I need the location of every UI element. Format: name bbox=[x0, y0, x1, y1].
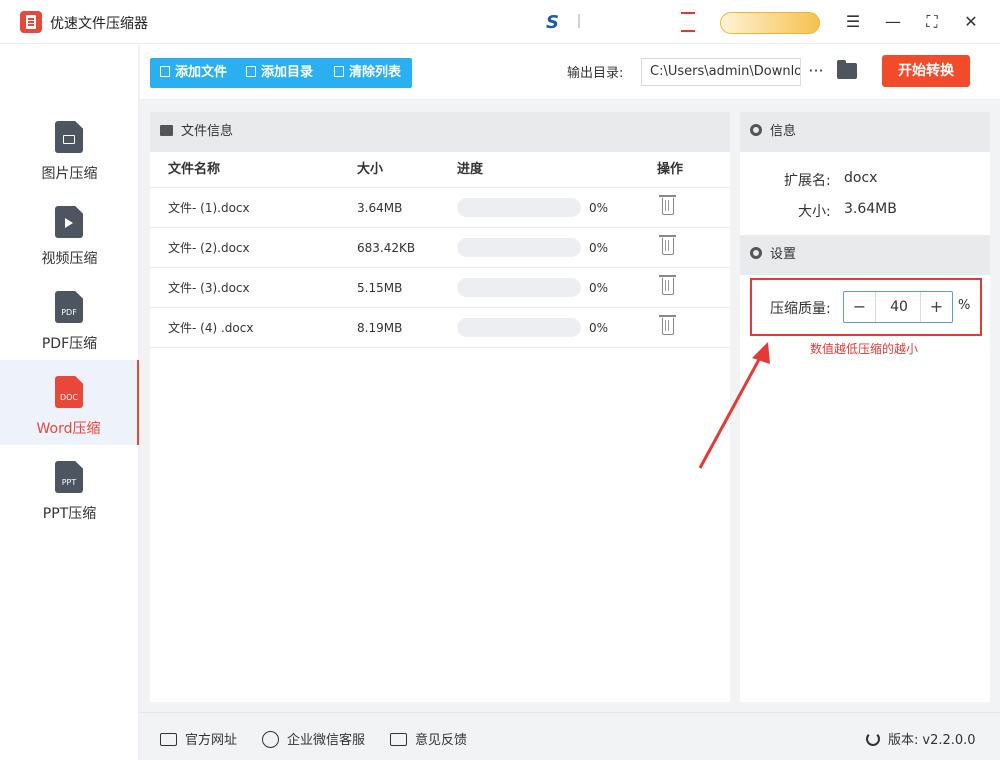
table-row[interactable]: 文件- (3).docx 5.15MB 0% bbox=[150, 268, 730, 308]
wechat-icon bbox=[262, 731, 279, 748]
size-value: 3.64MB bbox=[844, 201, 897, 217]
sidebar-item-label: 视频压缩 bbox=[41, 251, 98, 267]
sidebar-item-label: 图片压缩 bbox=[41, 166, 98, 182]
sidebar-item-video[interactable]: 视频压缩 bbox=[0, 190, 139, 275]
quality-decrease-button[interactable]: − bbox=[844, 292, 876, 322]
progress-label: 0% bbox=[589, 201, 609, 215]
add-file-button[interactable]: 添加文件 bbox=[160, 58, 227, 88]
file-panel: 文件信息 文件名称 大小 进度 操作 文件- (1).docx 3.64MB 0… bbox=[150, 112, 730, 702]
file-size: 3.64MB bbox=[357, 201, 403, 215]
size-label: 大小: bbox=[798, 204, 831, 220]
table-row[interactable]: 文件- (2).docx 683.42KB 0% bbox=[150, 228, 730, 268]
quality-input[interactable]: 40 bbox=[877, 292, 921, 322]
video-file-icon bbox=[55, 206, 83, 238]
table-row[interactable]: 文件- (4) .docx 8.19MB 0% bbox=[150, 308, 730, 348]
sidebar-item-label: PDF压缩 bbox=[41, 336, 98, 352]
delete-icon[interactable] bbox=[659, 315, 676, 335]
minimize-icon[interactable]: — bbox=[883, 12, 903, 32]
gear-icon bbox=[750, 247, 762, 259]
progress-label: 0% bbox=[589, 241, 609, 255]
separator-icon bbox=[578, 14, 586, 28]
quality-label: 压缩质量: bbox=[770, 301, 831, 317]
ext-value: docx bbox=[844, 170, 878, 186]
app-title: 优速文件压缩器 bbox=[50, 16, 148, 32]
website-link[interactable]: 官方网址 bbox=[160, 729, 237, 748]
file-name: 文件- (1).docx bbox=[168, 201, 250, 215]
info-panel-header: 信息 bbox=[740, 112, 990, 152]
output-dir-input[interactable]: C:\Users\admin\Downloads bbox=[641, 58, 801, 86]
file-name: 文件- (3).docx bbox=[168, 281, 250, 295]
doc-file-icon: DOC bbox=[55, 376, 83, 408]
feedback-icon bbox=[390, 733, 407, 746]
percent-unit: % bbox=[958, 298, 971, 313]
promo-pill[interactable] bbox=[720, 12, 820, 34]
table-header: 文件名称 大小 进度 操作 bbox=[150, 152, 730, 188]
col-name: 文件名称 bbox=[168, 162, 221, 177]
file-size: 683.42KB bbox=[357, 241, 416, 255]
progress-bar bbox=[457, 278, 581, 297]
annotation-arrow bbox=[698, 342, 770, 469]
wechat-support-link[interactable]: 企业微信客服 bbox=[262, 729, 365, 748]
file-name: 文件- (4) .docx bbox=[168, 321, 254, 335]
progress-bar bbox=[457, 198, 581, 217]
ppt-file-icon: PPT bbox=[55, 461, 83, 493]
s-logo-icon[interactable]: S bbox=[546, 12, 559, 33]
more-options-button[interactable]: ··· bbox=[806, 58, 826, 86]
feedback-link[interactable]: 意见反馈 bbox=[390, 729, 467, 748]
pdf-file-icon: PDF bbox=[55, 291, 83, 323]
toolbar: 添加文件 添加目录 清除列表 输出目录: C:\Users\admin\Down… bbox=[140, 44, 1000, 100]
website-icon bbox=[160, 733, 177, 746]
delete-icon[interactable] bbox=[659, 235, 676, 255]
delete-icon[interactable] bbox=[659, 275, 676, 295]
file-icon bbox=[160, 66, 170, 77]
delete-icon[interactable] bbox=[659, 195, 676, 215]
menu-icon[interactable]: ☰ bbox=[843, 12, 863, 32]
footer: 官方网址 企业微信客服 意见反馈 版本: v2.2.0.0 bbox=[140, 712, 1000, 760]
sidebar-item-word[interactable]: DOC Word压缩 bbox=[0, 360, 139, 445]
add-directory-button[interactable]: 添加目录 bbox=[246, 58, 313, 88]
sidebar: 图片压缩 视频压缩 PDF PDF压缩 DOC Word压缩 PPT PPT压缩 bbox=[0, 44, 139, 760]
sidebar-item-pdf[interactable]: PDF PDF压缩 bbox=[0, 275, 139, 360]
quality-stepper[interactable]: − 40 + bbox=[843, 291, 953, 323]
sidebar-item-ppt[interactable]: PPT PPT压缩 bbox=[0, 445, 139, 530]
progress-bar bbox=[457, 238, 581, 257]
clear-list-button[interactable]: 清除列表 bbox=[334, 58, 401, 88]
col-action: 操作 bbox=[657, 162, 684, 177]
quality-hint: 数值越低压缩的越小 bbox=[810, 342, 919, 356]
version-info[interactable]: 版本: v2.2.0.0 bbox=[866, 729, 976, 748]
maximize-icon[interactable]: ⛶ bbox=[922, 12, 942, 32]
image-icon bbox=[160, 125, 173, 136]
close-icon[interactable]: ✕ bbox=[961, 12, 981, 32]
quality-increase-button[interactable]: + bbox=[920, 292, 952, 322]
file-panel-header: 文件信息 bbox=[150, 112, 730, 152]
col-size: 大小 bbox=[357, 162, 384, 177]
image-file-icon bbox=[55, 121, 83, 153]
app-logo-icon bbox=[20, 11, 42, 33]
table-row[interactable]: 文件- (1).docx 3.64MB 0% bbox=[150, 188, 730, 228]
gear-icon bbox=[750, 124, 762, 136]
red-bracket-icon[interactable] bbox=[681, 12, 695, 32]
progress-label: 0% bbox=[589, 281, 609, 295]
browse-folder-icon[interactable] bbox=[837, 60, 857, 79]
trash-icon bbox=[334, 66, 344, 77]
sidebar-item-image[interactable]: 图片压缩 bbox=[0, 105, 139, 190]
file-size: 8.19MB bbox=[357, 321, 403, 335]
progress-label: 0% bbox=[589, 321, 609, 335]
progress-bar bbox=[457, 318, 581, 337]
sidebar-item-label: Word压缩 bbox=[36, 421, 101, 437]
file-name: 文件- (2).docx bbox=[168, 241, 250, 255]
output-dir-label: 输出目录: bbox=[567, 66, 624, 81]
refresh-icon bbox=[866, 732, 880, 746]
start-convert-button[interactable]: 开始转换 bbox=[882, 55, 970, 87]
file-size: 5.15MB bbox=[357, 281, 403, 295]
ext-label: 扩展名: bbox=[784, 173, 831, 189]
sidebar-item-label: PPT压缩 bbox=[42, 506, 97, 522]
file-actions-group: 添加文件 添加目录 清除列表 bbox=[150, 58, 412, 88]
title-bar: 优速文件压缩器 S ☰ — ⛶ ✕ bbox=[0, 0, 1000, 44]
col-progress: 进度 bbox=[457, 162, 484, 177]
settings-header: 设置 bbox=[740, 235, 990, 275]
folder-icon bbox=[246, 66, 256, 77]
